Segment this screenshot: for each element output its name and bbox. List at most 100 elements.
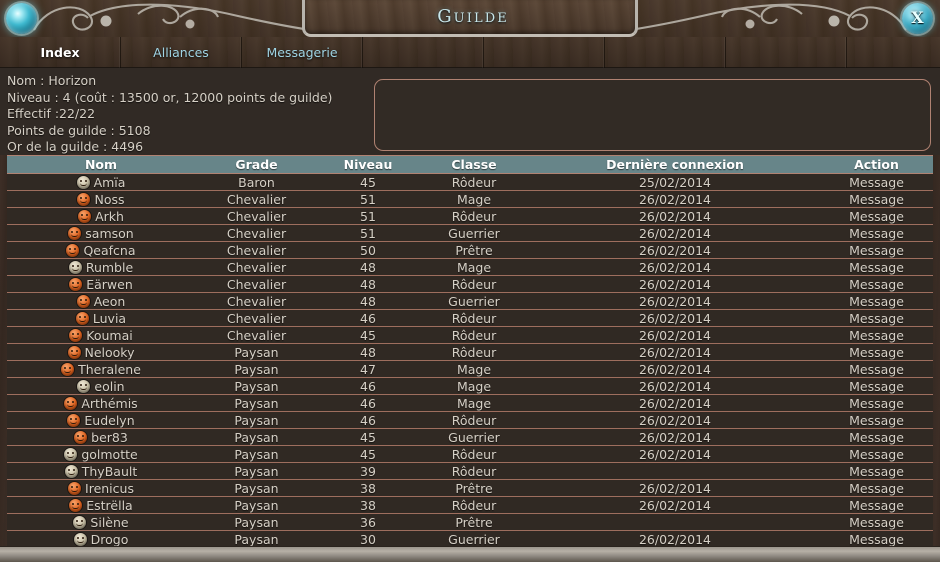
table-row: Koumai Chevalier 45 Rôdeur 26/02/2014 Message — [7, 326, 933, 344]
cell-last-connection: 26/02/2014 — [530, 275, 820, 293]
cell-action-message[interactable]: Message — [820, 326, 933, 344]
member-name-label: eolin — [94, 378, 125, 394]
guild-level-line: Niveau : 4 (coût : 13500 or, 12000 point… — [7, 89, 333, 105]
cell-action-message[interactable]: Message — [820, 394, 933, 412]
cell-action-message[interactable]: Message — [820, 411, 933, 429]
cell-class: Mage — [418, 360, 530, 378]
cell-member-name[interactable]: Qeafcna — [7, 241, 195, 259]
cell-action-message[interactable]: Message — [820, 513, 933, 531]
column-header-grade[interactable]: Grade — [195, 155, 318, 174]
cell-last-connection: 26/02/2014 — [530, 428, 820, 446]
cell-action-message[interactable]: Message — [820, 275, 933, 293]
table-row: ThyBault Paysan 39 Rôdeur Message — [7, 462, 933, 480]
cell-action-message[interactable]: Message — [820, 343, 933, 361]
cell-action-message[interactable]: Message — [820, 309, 933, 327]
cell-member-name[interactable]: Arkh — [7, 207, 195, 225]
table-row: Estrëlla Paysan 38 Rôdeur 26/02/2014 Message — [7, 496, 933, 514]
cell-class: Rôdeur — [418, 496, 530, 514]
cell-action-message[interactable]: Message — [820, 207, 933, 225]
cell-grade: Paysan — [195, 411, 318, 429]
cell-level: 48 — [318, 258, 418, 276]
cell-member-name[interactable]: Nelooky — [7, 343, 195, 361]
cell-action-message[interactable]: Message — [820, 258, 933, 276]
member-name-label: Aeon — [93, 293, 126, 309]
cell-action-message[interactable]: Message — [820, 445, 933, 463]
close-button[interactable]: X — [902, 3, 933, 34]
table-body: Amïa Baron 45 Rôdeur 25/02/2014 Message Noss Ch… — [7, 173, 933, 548]
tab-messagerie[interactable]: Messagerie — [242, 37, 363, 68]
member-name-label: Koumai — [86, 327, 133, 343]
cell-action-message[interactable]: Message — [820, 173, 933, 191]
cell-action-message[interactable]: Message — [820, 224, 933, 242]
cell-action-message[interactable]: Message — [820, 241, 933, 259]
cell-member-name[interactable]: ber83 — [7, 428, 195, 446]
tab-empty-5 — [847, 37, 940, 68]
cell-member-name[interactable]: Estrëlla — [7, 496, 195, 514]
cell-level: 51 — [318, 224, 418, 242]
cell-member-name[interactable]: Arthémis — [7, 394, 195, 412]
cell-grade: Paysan — [195, 360, 318, 378]
cell-action-message[interactable]: Message — [820, 428, 933, 446]
smiley-face-online-icon — [69, 328, 83, 342]
cell-member-name[interactable]: Aeon — [7, 292, 195, 310]
cell-member-name[interactable]: Rumble — [7, 258, 195, 276]
column-header-nom[interactable]: Nom — [7, 155, 195, 174]
cell-member-name[interactable]: Silène — [7, 513, 195, 531]
cell-action-message[interactable]: Message — [820, 377, 933, 395]
cell-member-name[interactable]: Irenicus — [7, 479, 195, 497]
cell-class: Rôdeur — [418, 326, 530, 344]
cell-level: 48 — [318, 292, 418, 310]
cell-member-name[interactable]: Noss — [7, 190, 195, 208]
cell-action-message[interactable]: Message — [820, 292, 933, 310]
cell-member-name[interactable]: samson — [7, 224, 195, 242]
cell-level: 39 — [318, 462, 418, 480]
cell-member-name[interactable]: ThyBault — [7, 462, 195, 480]
table-row: ber83 Paysan 45 Guerrier 26/02/2014 Message — [7, 428, 933, 446]
cell-level: 38 — [318, 479, 418, 497]
cell-last-connection: 25/02/2014 — [530, 173, 820, 191]
cell-class: Rôdeur — [418, 411, 530, 429]
cell-last-connection: 26/02/2014 — [530, 479, 820, 497]
cell-grade: Chevalier — [195, 275, 318, 293]
cell-action-message[interactable]: Message — [820, 462, 933, 480]
cell-grade: Paysan — [195, 377, 318, 395]
tab-empty-4 — [726, 37, 847, 68]
tab-index[interactable]: Index — [0, 37, 121, 68]
cell-action-message[interactable]: Message — [820, 190, 933, 208]
cell-action-message[interactable]: Message — [820, 360, 933, 378]
close-icon: X — [911, 8, 924, 27]
smiley-face-offline-icon — [64, 464, 78, 478]
cell-member-name[interactable]: golmotte — [7, 445, 195, 463]
cell-member-name[interactable]: Eärwen — [7, 275, 195, 293]
cell-action-message[interactable]: Message — [820, 530, 933, 548]
cell-member-name[interactable]: eolin — [7, 377, 195, 395]
member-name-label: samson — [85, 225, 134, 241]
cell-action-message[interactable]: Message — [820, 496, 933, 514]
ornament-scrollwork-right — [622, 0, 912, 37]
cell-member-name[interactable]: Eudelyn — [7, 411, 195, 429]
cell-member-name[interactable]: Koumai — [7, 326, 195, 344]
column-header-action[interactable]: Action — [820, 155, 933, 174]
cell-member-name[interactable]: Amïa — [7, 173, 195, 191]
guild-message-box[interactable] — [374, 79, 931, 151]
cell-member-name[interactable]: Luvia — [7, 309, 195, 327]
cell-last-connection — [530, 513, 820, 531]
cell-class: Rôdeur — [418, 309, 530, 327]
member-name-label: Luvia — [92, 310, 127, 326]
cell-last-connection: 26/02/2014 — [530, 309, 820, 327]
cell-action-message[interactable]: Message — [820, 479, 933, 497]
smiley-face-online-icon — [69, 277, 83, 291]
member-name-label: Rumble — [85, 259, 134, 275]
cell-member-name[interactable]: Theralene — [7, 360, 195, 378]
cell-member-name[interactable]: Drogo — [7, 530, 195, 548]
table-row: Amïa Baron 45 Rôdeur 25/02/2014 Message — [7, 173, 933, 191]
smiley-face-offline-icon — [73, 515, 87, 529]
smiley-face-offline-icon — [64, 447, 78, 461]
column-header-classe[interactable]: Classe — [418, 155, 530, 174]
table-row: Luvia Chevalier 46 Rôdeur 26/02/2014 Message — [7, 309, 933, 327]
column-header-niveau[interactable]: Niveau — [318, 155, 418, 174]
title-plaque: Guilde — [302, 0, 638, 37]
column-header-derniere-connexion[interactable]: Dernière connexion — [530, 155, 820, 174]
tab-alliances[interactable]: Alliances — [121, 37, 242, 68]
cell-class: Rôdeur — [418, 173, 530, 191]
